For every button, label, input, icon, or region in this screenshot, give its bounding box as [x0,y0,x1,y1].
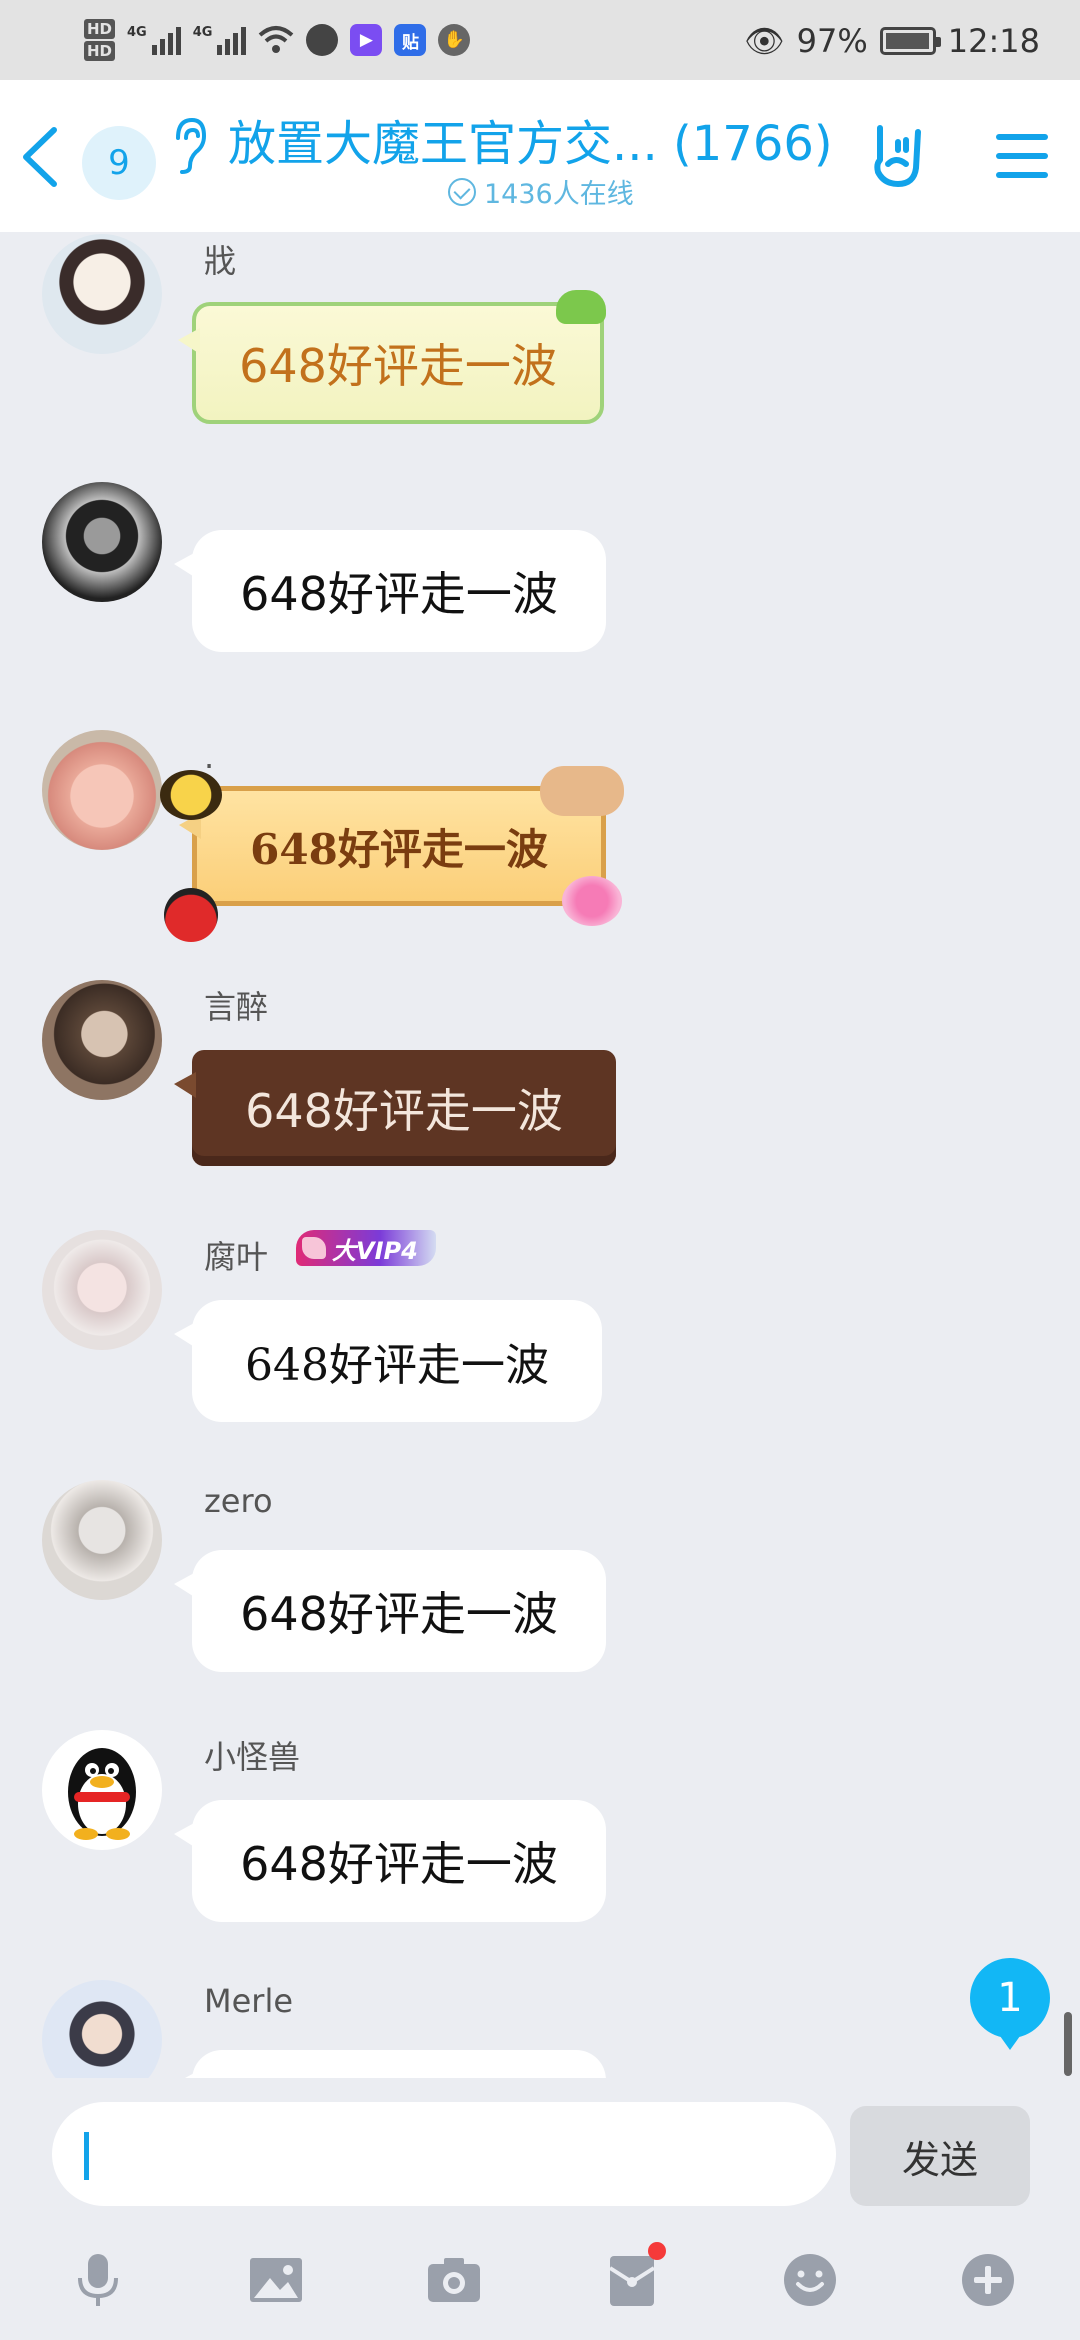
sender-name: 戕 [204,242,237,280]
rock-hand-icon[interactable] [866,120,926,190]
hand-stop-icon: ✋ [438,24,471,56]
emoji-icon[interactable] [778,2248,842,2312]
sender-name: zero [204,1482,273,1520]
unread-count-badge[interactable]: 9 [82,126,156,200]
status-left: HD HD 4G 4G ▶ 贴 ✋ [84,12,471,68]
signal-icon: 4G [127,25,181,55]
battery-icon [879,27,941,55]
camera-icon[interactable] [422,2248,486,2312]
message-item: Merle [0,1980,1080,2078]
sender-name: . [204,738,215,776]
avatar[interactable] [42,1730,162,1850]
hd-icon: HD HD [84,18,116,62]
avatar[interactable] [42,1980,162,2078]
message-bubble[interactable]: 648好评走一波 [174,530,606,652]
tieba-icon: 贴 [394,24,427,56]
online-check-icon [448,177,476,206]
message-bubble[interactable]: 648好评走一波 [178,302,604,424]
menu-icon[interactable] [994,130,1050,182]
hd-label-2: HD [84,41,116,61]
network-label-1: 4G [127,25,147,40]
avatar[interactable] [42,482,162,602]
sender-name: 言醉 [204,988,269,1026]
message-bubble[interactable]: 648好评走一波 [174,1550,606,1672]
plus-icon[interactable] [956,2248,1020,2312]
notification-dot [648,2242,666,2260]
globe-icon [306,24,339,56]
message-item: 腐叶 大VIP4 648好评走一波 [0,1230,1080,1430]
avatar[interactable] [42,980,162,1100]
message-item: zero 648好评走一波 [0,1480,1080,1680]
microphone-icon[interactable] [66,2248,130,2312]
chameleon-sticker-icon [556,290,606,324]
eye-icon: 👁 [744,22,785,60]
online-count: 1436人在线 [484,179,634,210]
message-bubble[interactable]: 648好评走一波 [174,1800,606,1922]
wifi-icon [259,26,294,53]
avatar[interactable] [42,1480,162,1600]
chat-header: 9 放置大魔王官方交... (1766) 1436人在线 [0,80,1080,232]
clock: 12:18 [947,22,1040,60]
ladybug-sticker-icon [164,888,218,942]
back-arrow-icon[interactable] [12,122,72,192]
message-list[interactable]: 戕 648好评走一波 648好评走一波 . 648好评走一波 言醉 648好评走… [0,232,1080,2078]
image-icon[interactable] [244,2248,308,2312]
ear-icon[interactable] [168,116,208,176]
online-status[interactable]: 1436人在线 [448,172,634,211]
send-button[interactable]: 发送 [850,2106,1030,2206]
message-item: 小怪兽 648好评走一波 [0,1730,1080,1930]
battery-fill [885,33,929,49]
hd-label-1: HD [84,19,116,39]
message-item: 戕 648好评走一波 [0,232,1080,452]
sender-name: 腐叶 [204,1238,269,1276]
message-bubble[interactable]: 648好评走一波 [174,1300,602,1422]
avatar[interactable] [42,1230,162,1350]
input-bar: 发送 [0,2078,1080,2340]
input-toolbar [0,2234,1080,2334]
qq-penguin-icon [68,1748,136,1840]
avatar[interactable] [42,234,162,354]
signal-icon-2: 4G [193,25,247,55]
message-item: . 648好评走一波 [0,730,1080,942]
sender-name: 小怪兽 [204,1738,301,1776]
group-title[interactable]: 放置大魔王官方交... (1766) [228,104,833,174]
vip-badge[interactable]: 大VIP4 [296,1230,436,1266]
status-right: 👁 97% 12:18 [744,14,1040,68]
status-bar: HD HD 4G 4G ▶ 贴 ✋ 👁 97% 12:18 [0,0,1080,80]
scrollbar[interactable] [1064,2012,1072,2076]
message-bubble[interactable]: 648好评走一波 [174,1050,616,1166]
avatar[interactable] [42,730,162,850]
network-label-2: 4G [192,25,213,40]
message-bubble[interactable] [174,2050,606,2078]
new-message-count-badge[interactable]: 1 [970,1958,1050,2050]
bee-sticker-icon [160,770,222,820]
red-envelope-button[interactable] [600,2242,666,2312]
message-item: 言醉 648好评走一波 [0,980,1080,1180]
message-item: 648好评走一波 [0,482,1080,682]
sender-name: Merle [204,1982,294,2020]
cat-sticker-icon [540,766,624,816]
video-player-icon: ▶ [350,24,383,56]
battery-percent: 97% [796,22,868,60]
butterfly-sticker-icon [562,876,622,926]
text-caret [84,2132,89,2180]
message-input[interactable] [52,2102,836,2206]
